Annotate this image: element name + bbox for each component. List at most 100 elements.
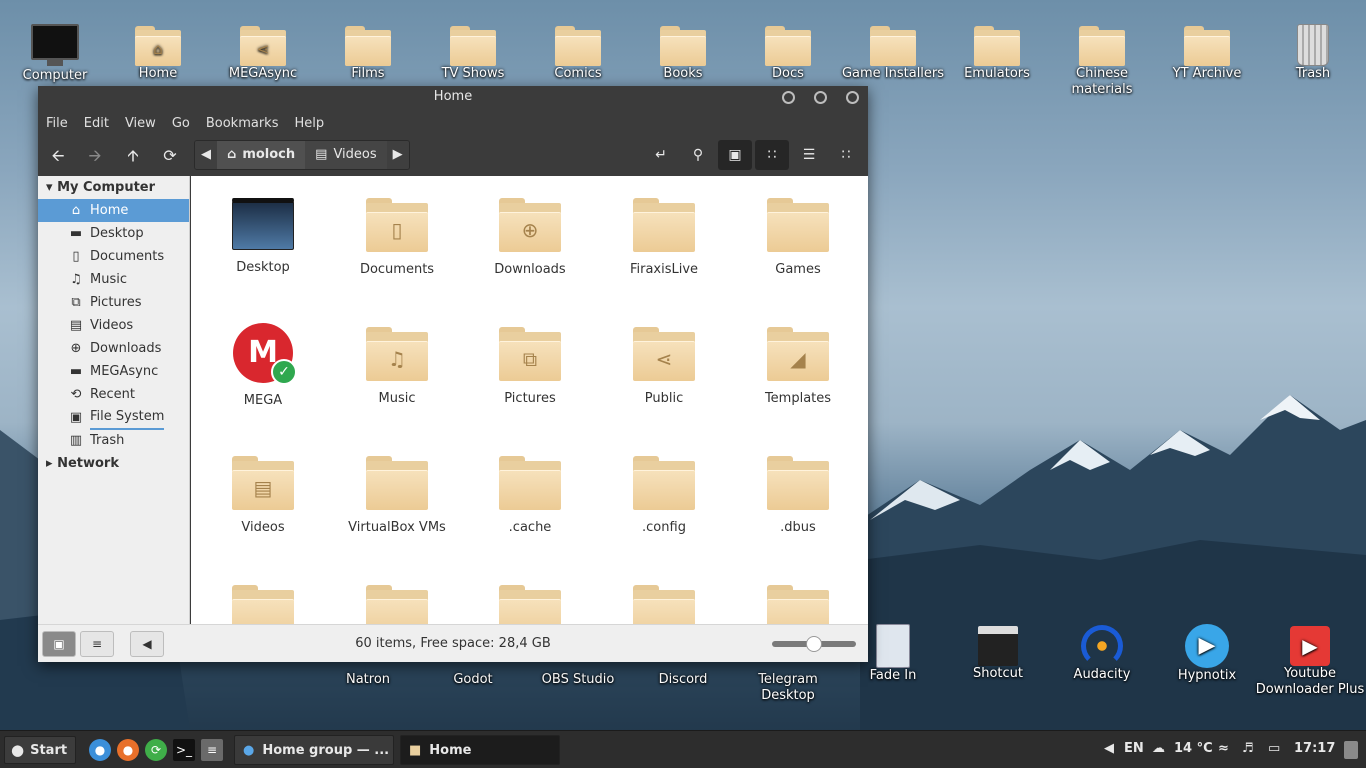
desktop-icon[interactable]: Emulators	[942, 22, 1052, 82]
desktop-icon[interactable]: ⋖ MEGAsync	[208, 22, 318, 82]
sidebar-section-network[interactable]: ▸ Network	[38, 452, 189, 475]
file-item[interactable]: ⧉ Pictures	[470, 327, 590, 406]
menu-go[interactable]: Go	[172, 116, 190, 131]
wifi-icon[interactable]: ≈	[1218, 741, 1229, 756]
file-item[interactable]: .cache	[470, 456, 590, 535]
weather-cloud-icon[interactable]: ☁	[1152, 741, 1165, 756]
battery-icon[interactable]: ▭	[1268, 741, 1280, 756]
file-item[interactable]: .dbus	[738, 456, 858, 535]
tray-expand-icon[interactable]: ◀	[1104, 741, 1114, 756]
keyboard-layout[interactable]: EN	[1124, 741, 1144, 756]
preview-toggle-icon[interactable]: ▣	[718, 140, 752, 170]
menu-bookmarks[interactable]: Bookmarks	[206, 116, 279, 131]
calculator-icon[interactable]: ≡	[201, 739, 223, 761]
desktop-icon[interactable]: Trash	[1258, 22, 1366, 82]
window-titlebar[interactable]: Home	[38, 86, 868, 110]
sidebar-item-trash[interactable]: ▥ Trash	[38, 429, 189, 452]
file-item-partial[interactable]	[337, 585, 457, 624]
search-icon[interactable]: ⚲	[681, 140, 715, 170]
sidebar-item-desktop[interactable]: ▬ Desktop	[38, 222, 189, 245]
desktop-icon[interactable]: ▶ Hypnotix	[1152, 624, 1262, 684]
zoom-slider-handle[interactable]	[806, 636, 822, 652]
file-item-partial[interactable]	[203, 585, 323, 624]
file-item[interactable]: ◢ Templates	[738, 327, 858, 406]
close-button[interactable]	[846, 91, 859, 104]
temperature[interactable]: 14 °C	[1174, 741, 1213, 756]
reload-icon[interactable]: ⟳	[158, 146, 182, 166]
file-item[interactable]: FiraxisLive	[604, 198, 724, 277]
desktop-icon[interactable]: Audacity	[1047, 624, 1157, 683]
sidebar-item-pictures[interactable]: ⧉ Pictures	[38, 291, 189, 314]
desktop-icon[interactable]: Chinese materials	[1047, 22, 1157, 98]
task-home[interactable]: ■ Home	[400, 735, 560, 765]
firefox-icon[interactable]: ●	[117, 739, 139, 761]
sidebar-section-my-computer[interactable]: ▾ My Computer	[38, 176, 189, 199]
file-item-partial[interactable]	[470, 585, 590, 624]
desktop-icon[interactable]: Game Installers	[838, 22, 948, 82]
file-item[interactable]: ⋖ Public	[604, 327, 724, 406]
file-item[interactable]: Desktop	[203, 198, 323, 275]
forward-arrow-icon[interactable]: 🡪	[83, 146, 107, 166]
sidebar-item-recent[interactable]: ⟲ Recent	[38, 383, 189, 406]
toggle-location-icon[interactable]: ↵	[644, 140, 678, 170]
compact-view-icon[interactable]: ∷	[829, 140, 863, 170]
menu-help[interactable]: Help	[294, 116, 324, 131]
back-arrow-icon[interactable]: 🡨	[46, 146, 70, 166]
list-view-icon[interactable]: ☰	[792, 140, 826, 170]
file-item[interactable]: ♫ Music	[337, 327, 457, 406]
sidebar-item-label: Documents	[90, 249, 165, 264]
update-manager-icon[interactable]: ⟳	[145, 739, 167, 761]
file-item-partial[interactable]	[604, 585, 724, 624]
task-home-group[interactable]: ● Home group — ...	[234, 735, 394, 765]
sidebar-item-documents[interactable]: ▯ Documents	[38, 245, 189, 268]
menu-edit[interactable]: Edit	[84, 116, 109, 131]
up-arrow-icon[interactable]: 🡩	[121, 146, 145, 166]
file-item-partial[interactable]	[738, 585, 858, 624]
file-item[interactable]: ▯ Documents	[337, 198, 457, 277]
zoom-slider[interactable]	[772, 636, 856, 652]
menu-view[interactable]: View	[125, 116, 156, 131]
path-segment-home[interactable]: ⌂ moloch	[217, 141, 306, 169]
desktop-icon[interactable]: Docs	[733, 22, 843, 82]
file-item[interactable]: .config	[604, 456, 724, 535]
desktop-icon[interactable]: Computer	[0, 22, 110, 84]
path-segment-videos[interactable]: ▤ Videos	[305, 141, 387, 169]
file-item[interactable]: ⊕ Downloads	[470, 198, 590, 277]
menu-file[interactable]: File	[46, 116, 68, 131]
file-item[interactable]: Games	[738, 198, 858, 277]
desktop-icon[interactable]: Comics	[523, 22, 633, 82]
folder-icon	[1184, 26, 1230, 66]
maximize-button[interactable]	[814, 91, 827, 104]
film-icon: ▤	[315, 147, 328, 162]
sidebar-item-home[interactable]: ⌂ Home	[38, 199, 189, 222]
icon-view-icon[interactable]: ∷	[755, 140, 789, 170]
folder-icon	[555, 26, 601, 66]
desktop-icon[interactable]: Films	[313, 22, 423, 82]
sidebar-item-downloads[interactable]: ⊕ Downloads	[38, 337, 189, 360]
sidebar-item-file-system[interactable]: ▣ File System	[38, 406, 189, 430]
desktop-icon[interactable]: ⌂ Home	[103, 22, 213, 82]
show-desktop-icon[interactable]	[1344, 741, 1358, 759]
path-left-arrow-icon[interactable]: ◀	[195, 141, 217, 169]
sidebar-item-megasync[interactable]: ▬ MEGAsync	[38, 360, 189, 383]
minimize-button[interactable]	[782, 91, 795, 104]
file-item[interactable]: VirtualBox VMs	[337, 456, 457, 535]
file-item[interactable]: ▤ Videos	[203, 456, 323, 535]
sidebar-item-videos[interactable]: ▤ Videos	[38, 314, 189, 337]
sidebar-item-music[interactable]: ♫ Music	[38, 268, 189, 291]
clock[interactable]: 17:17	[1294, 741, 1335, 756]
start-button[interactable]: ● Start	[4, 736, 76, 764]
desktop-icon[interactable]: Books	[628, 22, 738, 82]
folder-icon	[765, 26, 811, 66]
folder-icon: ♫	[366, 327, 428, 381]
volume-icon[interactable]: ♬	[1242, 741, 1254, 756]
desktop-icon[interactable]: YT Archive	[1152, 22, 1262, 82]
desktop-icon[interactable]: Shotcut	[943, 624, 1053, 682]
terminal-icon[interactable]: >_	[173, 739, 195, 761]
launcher-app-icon[interactable]: ●	[89, 739, 111, 761]
desktop-icon[interactable]: TV Shows	[418, 22, 528, 82]
desktop-icon[interactable]: ▶ Youtube Downloader Plus	[1255, 624, 1365, 698]
desktop-icon-label: TV Shows	[441, 66, 505, 81]
path-right-arrow-icon[interactable]: ▶	[386, 141, 409, 169]
file-item[interactable]: M ✓ MEGA	[203, 323, 323, 408]
